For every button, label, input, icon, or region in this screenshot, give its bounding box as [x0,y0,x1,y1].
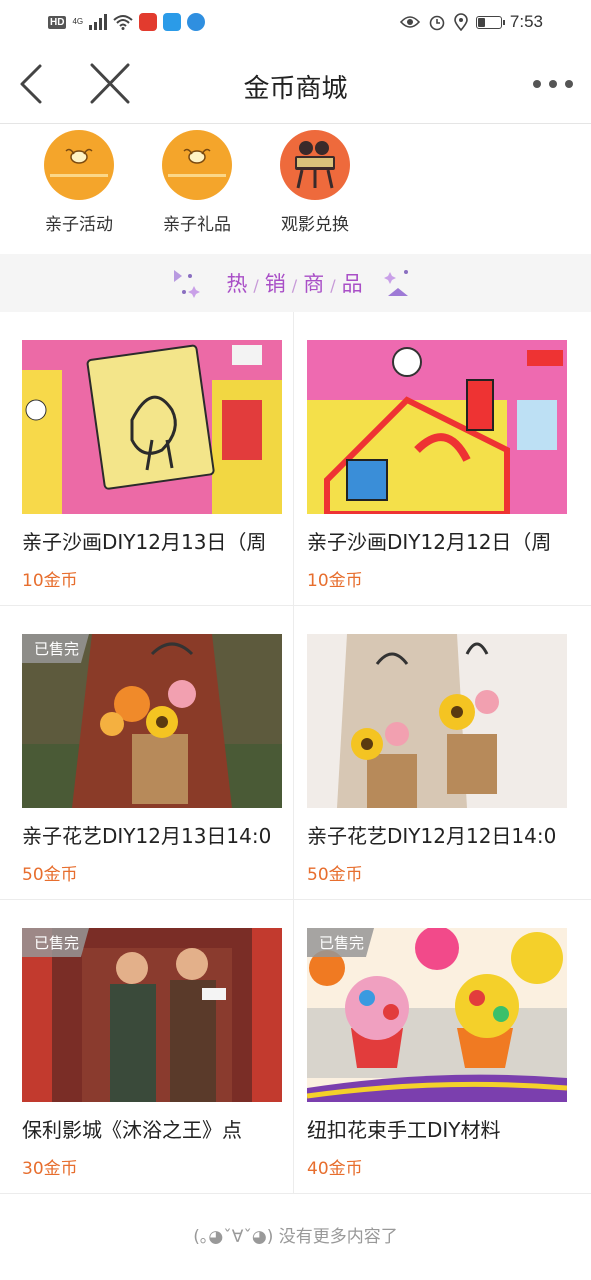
sparkle-right-icon [384,270,408,296]
product-card[interactable]: 亲子沙画DIY12月13日（周 10金币 [0,312,294,606]
product-price: 50金币 [307,865,363,885]
location-icon [454,13,468,31]
product-price: 10金币 [22,571,78,591]
app-e-icon [139,13,158,31]
product-image: 已售完 [22,928,282,1102]
hot-char: 品 [341,272,365,296]
product-image: 已售完 [22,634,282,808]
bee-logo-icon [44,130,114,200]
hot-products-banner: 热 / 销 / 商 / 品 [0,254,591,312]
more-button[interactable] [531,72,575,96]
product-card[interactable]: 已售完 亲子花艺DIY12月13日14:0 50金币 [0,606,294,900]
hot-char: 销 [264,272,288,296]
product-image [307,340,567,514]
eye-icon [399,16,420,28]
status-time: 7:53 [509,12,543,31]
sold-out-badge: 已售完 [307,928,375,957]
sold-out-badge: 已售完 [22,634,90,663]
page-title: 金币商城 [243,74,348,104]
app-mail-icon [163,13,182,31]
status-bar: HD 4G 7:53 [0,0,591,44]
category-movie-exchange[interactable]: 观影兑换 [256,130,374,254]
product-card[interactable]: 亲子沙画DIY12月12日（周 10金币 [294,312,591,606]
category-label: 亲子活动 [45,215,113,235]
product-price: 40金币 [307,1159,363,1179]
category-label: 亲子礼品 [163,215,231,235]
sold-out-badge: 已售完 [22,928,90,957]
product-price: 30金币 [22,1159,78,1179]
network-type: 4G [72,17,84,26]
alarm-icon [429,15,445,31]
product-grid: 亲子沙画DIY12月13日（周 10金币 亲子沙画DIY12月12日（周 10金… [0,312,591,1194]
status-left: HD 4G [48,13,206,31]
hot-char: 商 [303,272,327,296]
product-title: 纽扣花束手工DIY材料 [307,1118,501,1142]
hd-badge: HD [48,15,67,29]
nav-bar: 金币商城 [0,44,591,124]
signal-icon [89,14,108,30]
bee-logo-icon [162,130,232,200]
product-image [22,340,282,514]
hot-products-title: 热 / 销 / 商 / 品 [226,272,365,296]
product-image [307,634,567,808]
product-card[interactable]: 亲子花艺DIY12月12日14:0 50金币 [294,606,591,900]
status-right: 7:53 [399,12,543,32]
category-parent-gifts[interactable]: 亲子礼品 [138,130,256,254]
wifi-icon [113,15,133,30]
sparkle-left-icon [174,270,200,298]
product-title: 保利影城《沐浴之王》点 [22,1118,242,1142]
category-row: 亲子活动 亲子礼品 观影兑换 [0,124,591,254]
category-parent-activity[interactable]: 亲子活动 [20,130,138,254]
more-dots-icon [533,80,573,88]
product-title: 亲子花艺DIY12月13日14:0 [22,824,272,848]
app-browser-icon [187,13,206,31]
battery-icon [475,15,505,29]
product-card[interactable]: 已售完 保利影城《沐浴之王》点 30金币 [0,900,294,1194]
no-more-content-footer: (｡◕ˇ∀ˇ◕) 没有更多内容了 [193,1226,398,1247]
product-price: 10金币 [307,571,363,591]
product-card[interactable]: 已售完 纽扣花束手工DIY材料 40金币 [294,900,591,1194]
product-title: 亲子花艺DIY12月12日14:0 [307,824,557,848]
product-title: 亲子沙画DIY12月13日（周 [22,530,267,554]
product-title: 亲子沙画DIY12月12日（周 [307,530,552,554]
category-label: 观影兑换 [281,215,349,235]
film-camera-icon [280,130,350,200]
hot-char: 热 [226,272,250,296]
product-price: 50金币 [22,865,78,885]
product-image: 已售完 [307,928,567,1102]
